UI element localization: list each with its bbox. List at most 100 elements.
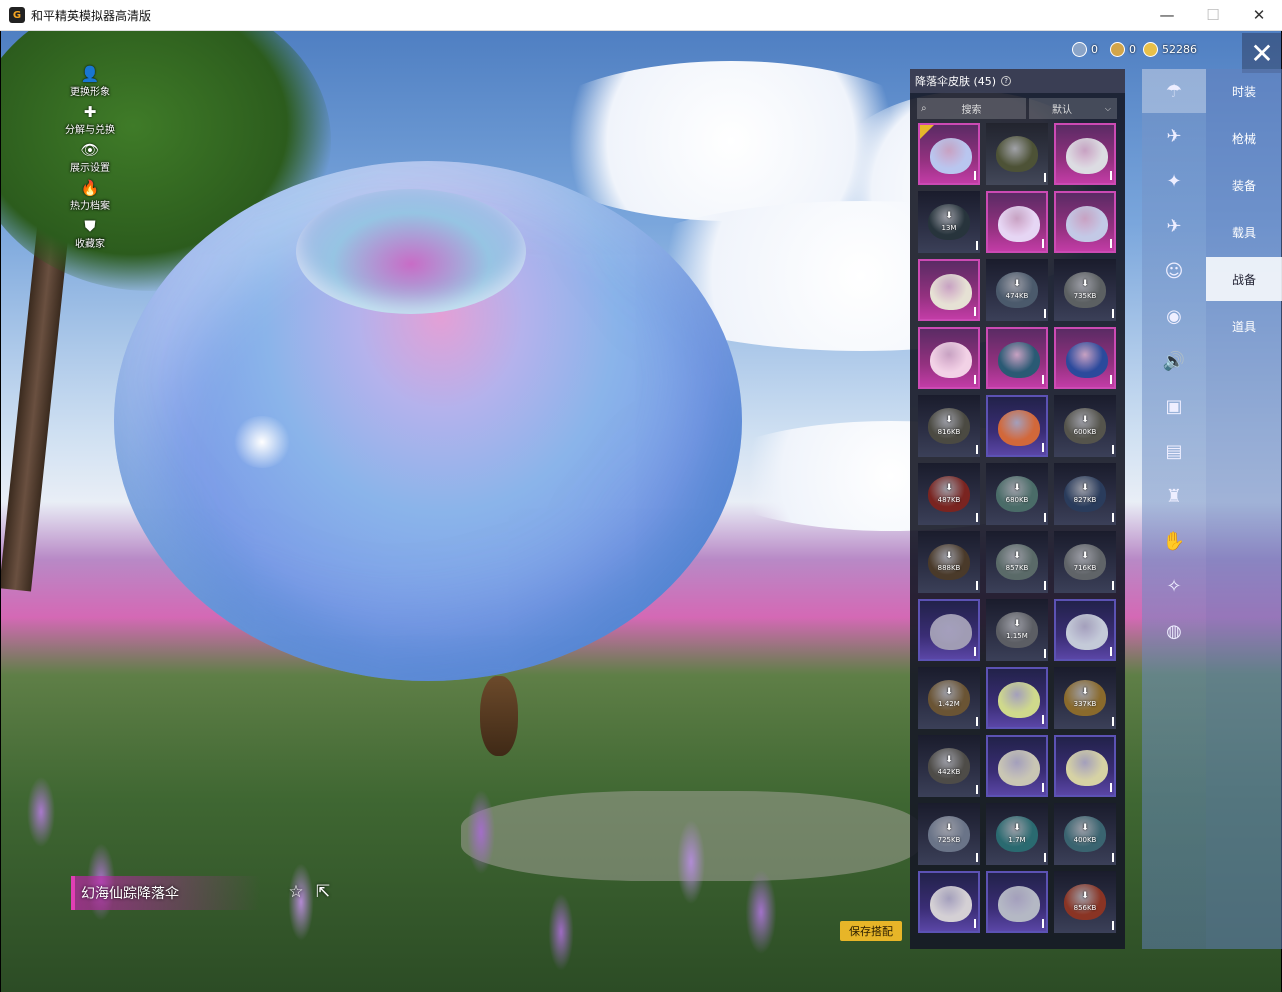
owned-marker bbox=[1112, 309, 1114, 318]
skin-tile[interactable] bbox=[918, 599, 980, 661]
hand-icon[interactable]: ✋ bbox=[1142, 519, 1206, 563]
skin-tile[interactable]: ⬇ 1.15M bbox=[986, 599, 1048, 661]
skin-tile[interactable]: ⬇ 725KB bbox=[918, 803, 980, 865]
skin-tile[interactable] bbox=[918, 871, 980, 933]
skin-tile[interactable]: ⬇ 13M bbox=[918, 191, 980, 253]
skin-tile[interactable]: ⬇ 1.7M bbox=[986, 803, 1048, 865]
skin-tile[interactable]: ⬇ 400KB bbox=[1054, 803, 1116, 865]
category-tab[interactable]: 时装 bbox=[1206, 69, 1282, 113]
spray-icon[interactable]: ♜ bbox=[1142, 474, 1206, 518]
ufo-icon[interactable]: ◍ bbox=[1142, 609, 1206, 653]
skin-tile[interactable] bbox=[1054, 735, 1116, 797]
skin-tile[interactable]: ⬇ 735KB bbox=[1054, 259, 1116, 321]
pet-icon[interactable]: ▣ bbox=[1142, 384, 1206, 428]
category-tab[interactable]: 装备 bbox=[1206, 163, 1282, 207]
download-size: 1.42M bbox=[938, 700, 960, 708]
skin-tile[interactable]: ⬇ 600KB bbox=[1054, 395, 1116, 457]
category-tab[interactable]: 战备 bbox=[1206, 257, 1282, 301]
skin-tile[interactable]: ⬇ 856KB bbox=[1054, 871, 1116, 933]
parachute-skin-thumbnail bbox=[930, 342, 972, 378]
skin-tile[interactable]: ⬇ 337KB bbox=[1054, 667, 1116, 729]
parachute-icon[interactable]: ☂ bbox=[1142, 69, 1206, 113]
download-size: 1.15M bbox=[1006, 632, 1028, 640]
skin-tile[interactable] bbox=[1054, 123, 1116, 185]
parachute-preview[interactable] bbox=[114, 161, 742, 681]
owned-marker bbox=[1110, 239, 1112, 248]
owned-marker bbox=[1042, 239, 1044, 248]
minimize-button[interactable]: — bbox=[1144, 0, 1190, 31]
download-size: 442KB bbox=[937, 768, 961, 776]
search-input[interactable]: ⌕ 搜索 bbox=[917, 98, 1026, 119]
skin-tile[interactable]: ⬇ 680KB bbox=[986, 463, 1048, 525]
currency-item: 52286 bbox=[1143, 40, 1197, 58]
gold-coin-icon bbox=[1143, 41, 1158, 57]
skin-tile[interactable] bbox=[986, 667, 1048, 729]
parachute-skin-thumbnail bbox=[998, 682, 1040, 718]
left-menu: 👤 更换形象 ✚ 分解与兑换 👁 展示设置 🔥 热力档案 ⛊ 收藏家 bbox=[58, 66, 122, 256]
skin-tile[interactable] bbox=[986, 191, 1048, 253]
category-tab[interactable]: 道具 bbox=[1206, 304, 1282, 348]
skin-tile[interactable] bbox=[918, 259, 980, 321]
skin-tile[interactable]: ⬇ 487KB bbox=[918, 463, 980, 525]
close-icon[interactable]: ✕ bbox=[1242, 33, 1282, 73]
favorite-star-icon[interactable]: ☆ bbox=[285, 881, 307, 903]
chevron-down-icon: ⌵ bbox=[1104, 103, 1111, 113]
category-tab[interactable]: 枪械 bbox=[1206, 116, 1282, 160]
owned-marker bbox=[1110, 647, 1112, 656]
left-menu-item[interactable]: ✚ 分解与兑换 bbox=[58, 104, 122, 142]
character-figure bbox=[480, 676, 518, 756]
emote-icon[interactable]: ☺ bbox=[1142, 249, 1206, 293]
robot-icon[interactable]: ◉ bbox=[1142, 294, 1206, 338]
help-icon[interactable]: ? bbox=[1001, 76, 1012, 86]
skin-tile[interactable] bbox=[1054, 191, 1116, 253]
parachute-skin-thumbnail bbox=[928, 816, 970, 852]
download-icon: ⬇ bbox=[945, 415, 953, 425]
picture-icon[interactable]: ▤ bbox=[1142, 429, 1206, 473]
wand-icon[interactable]: ✧ bbox=[1142, 564, 1206, 608]
skin-tile[interactable]: ⬇ 888KB bbox=[918, 531, 980, 593]
category-tab[interactable]: 载具 bbox=[1206, 210, 1282, 254]
left-menu-item[interactable]: 👤 更换形象 bbox=[58, 66, 122, 104]
skin-tile[interactable] bbox=[986, 735, 1048, 797]
glider-icon[interactable]: ✈ bbox=[1142, 114, 1206, 158]
parachute-skin-thumbnail bbox=[1064, 680, 1106, 716]
parachute-vent bbox=[296, 189, 526, 314]
owned-marker bbox=[976, 717, 978, 726]
save-outfit-button[interactable]: 保存搭配 bbox=[840, 921, 902, 941]
skin-tile[interactable]: ⬇ 716KB bbox=[1054, 531, 1116, 593]
left-menu-item[interactable]: ⛊ 收藏家 bbox=[58, 218, 122, 256]
owned-marker bbox=[976, 445, 978, 454]
skin-tile[interactable]: ⬇ 857KB bbox=[986, 531, 1048, 593]
drone-icon[interactable]: ✦ bbox=[1142, 159, 1206, 203]
skin-tile[interactable]: ⬇ 816KB bbox=[918, 395, 980, 457]
parachute-skin-thumbnail bbox=[998, 750, 1040, 786]
puzzle-icon: ✚ bbox=[83, 103, 97, 121]
skin-tile[interactable]: ⬇ 1.42M bbox=[918, 667, 980, 729]
skin-tile[interactable] bbox=[986, 123, 1048, 185]
share-icon[interactable]: ⇱ bbox=[312, 881, 334, 903]
skin-tile[interactable] bbox=[1054, 599, 1116, 661]
skin-tile[interactable] bbox=[986, 871, 1048, 933]
skin-tile[interactable] bbox=[918, 123, 980, 185]
parachute-skin-thumbnail bbox=[930, 886, 972, 922]
skin-tile[interactable] bbox=[986, 327, 1048, 389]
left-menu-item[interactable]: 🔥 热力档案 bbox=[58, 180, 122, 218]
owned-marker bbox=[1044, 173, 1046, 182]
left-menu-item[interactable]: 👁 展示设置 bbox=[58, 142, 122, 180]
download-icon: ⬇ bbox=[1013, 823, 1021, 833]
download-icon: ⬇ bbox=[945, 551, 953, 561]
panel-header: 降落伞皮肤 (45) ? bbox=[910, 69, 1125, 93]
skin-tile[interactable] bbox=[986, 395, 1048, 457]
maximize-button[interactable]: ☐ bbox=[1190, 0, 1236, 31]
skin-tile[interactable]: ⬇ 442KB bbox=[918, 735, 980, 797]
skin-tile[interactable] bbox=[918, 327, 980, 389]
download-icon: ⬇ bbox=[1013, 619, 1021, 629]
sort-dropdown[interactable]: 默认 ⌵ bbox=[1029, 98, 1117, 119]
plane-icon[interactable]: ✈ bbox=[1142, 204, 1206, 248]
skin-tile[interactable] bbox=[1054, 327, 1116, 389]
parachute-skin-thumbnail bbox=[996, 544, 1038, 580]
sound-icon[interactable]: 🔊 bbox=[1142, 339, 1206, 383]
close-window-button[interactable]: ✕ bbox=[1236, 0, 1282, 31]
skin-tile[interactable]: ⬇ 827KB bbox=[1054, 463, 1116, 525]
skin-tile[interactable]: ⬇ 474KB bbox=[986, 259, 1048, 321]
